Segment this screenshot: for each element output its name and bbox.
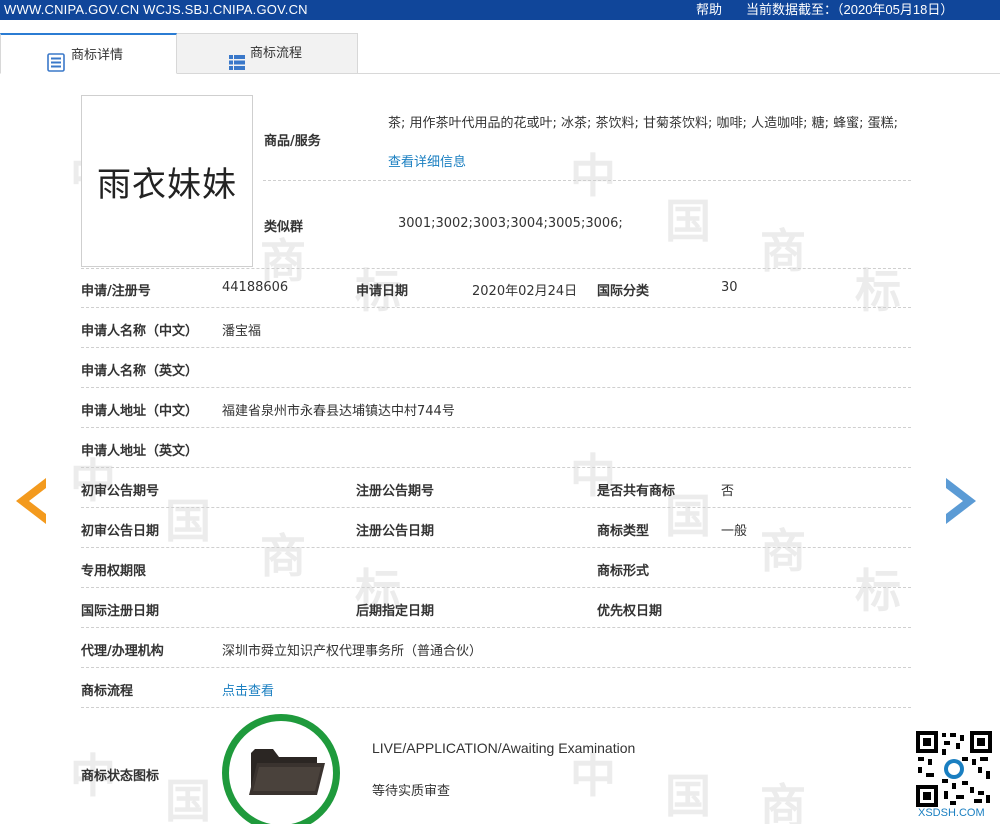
qr-label: XSDSH.COM <box>918 807 985 819</box>
divider <box>81 707 911 708</box>
divider <box>81 347 911 348</box>
folder-icon <box>247 745 327 803</box>
status-text-en: LIVE/APPLICATION/Awaiting Examination <box>372 740 636 756</box>
divider <box>81 507 911 508</box>
trademark-mark-text: 雨衣妹妹 <box>97 164 237 205</box>
goods-list: 茶; 用作茶叶代用品的花或叶; 冰茶; 茶饮料; 甘菊茶饮料; 咖啡; 人造咖啡… <box>388 104 912 182</box>
view-process-link[interactable]: 点击查看 <box>222 680 274 699</box>
exclusive-period-label: 专用权期限 <box>81 564 147 579</box>
status-icon-label: 商标状态图标 <box>81 769 160 784</box>
similar-group-label: 类似群 <box>264 220 304 235</box>
apply-date-label: 申请日期 <box>356 284 409 299</box>
divider <box>81 547 911 548</box>
applicant-cn-label: 申请人名称（中文） <box>81 324 199 339</box>
reg-pub-date-label: 注册公告日期 <box>356 524 435 539</box>
address-cn-label: 申请人地址（中文） <box>81 404 199 419</box>
divider <box>81 467 911 468</box>
priority-date-label: 优先权日期 <box>597 604 663 619</box>
apply-date-value: 2020年02月24日 <box>472 284 578 299</box>
shared-trademark-value: 否 <box>721 484 735 499</box>
divider <box>81 627 911 628</box>
similar-group-value: 3001;3002;3003;3004;3005;3006; <box>398 216 623 231</box>
trademark-image: 雨衣妹妹 <box>81 95 253 267</box>
later-designation-date-label: 后期指定日期 <box>356 604 435 619</box>
tab-label: 商标详情 <box>71 48 124 63</box>
document-icon <box>47 49 65 89</box>
trademark-detail-panel: 雨衣妹妹 商品/服务 茶; 用作茶叶代用品的花或叶; 冰茶; 茶饮料; 甘菊茶饮… <box>0 0 1000 824</box>
prelim-pub-date-label: 初审公告日期 <box>81 524 160 539</box>
divider <box>81 268 911 269</box>
reg-no-value: 44188606 <box>222 280 289 295</box>
goods-text: 茶; 用作茶叶代用品的花或叶; 冰茶; 茶饮料; 甘菊茶饮料; 咖啡; 人造咖啡… <box>388 116 898 131</box>
divider <box>81 427 911 428</box>
divider <box>263 180 911 181</box>
applicant-cn-value: 潘宝福 <box>222 324 262 339</box>
trademark-type-value: 一般 <box>721 524 748 539</box>
intl-reg-date-label: 国际注册日期 <box>81 604 160 619</box>
divider <box>81 307 911 308</box>
tab-trademark-details[interactable]: 商标详情 <box>0 33 177 74</box>
divider <box>81 667 911 668</box>
applicant-en-label: 申请人名称（英文） <box>81 364 199 379</box>
next-arrow-icon[interactable] <box>944 478 976 528</box>
status-text-cn: 等待实质审查 <box>372 784 451 799</box>
agent-label: 代理/办理机构 <box>81 644 164 659</box>
intl-class-value: 30 <box>721 280 738 295</box>
qr-code <box>916 731 992 807</box>
goods-label: 商品/服务 <box>264 134 321 149</box>
agent-value: 深圳市舜立知识产权代理事务所（普通合伙） <box>222 644 483 659</box>
address-cn-value: 福建省泉州市永春县达埔镇达中村744号 <box>222 404 455 419</box>
process-label: 商标流程 <box>81 684 134 699</box>
trademark-form-label: 商标形式 <box>597 564 650 579</box>
intl-class-label: 国际分类 <box>597 284 650 299</box>
divider <box>81 387 911 388</box>
shared-trademark-label: 是否共有商标 <box>597 484 676 499</box>
previous-arrow-icon[interactable] <box>16 478 48 528</box>
view-details-link[interactable]: 查看详细信息 <box>388 155 466 170</box>
reg-no-label: 申请/注册号 <box>81 284 151 299</box>
prelim-pub-no-label: 初审公告期号 <box>81 484 160 499</box>
divider <box>81 587 911 588</box>
address-en-label: 申请人地址（英文） <box>81 444 199 459</box>
trademark-type-label: 商标类型 <box>597 524 650 539</box>
reg-pub-no-label: 注册公告期号 <box>356 484 435 499</box>
